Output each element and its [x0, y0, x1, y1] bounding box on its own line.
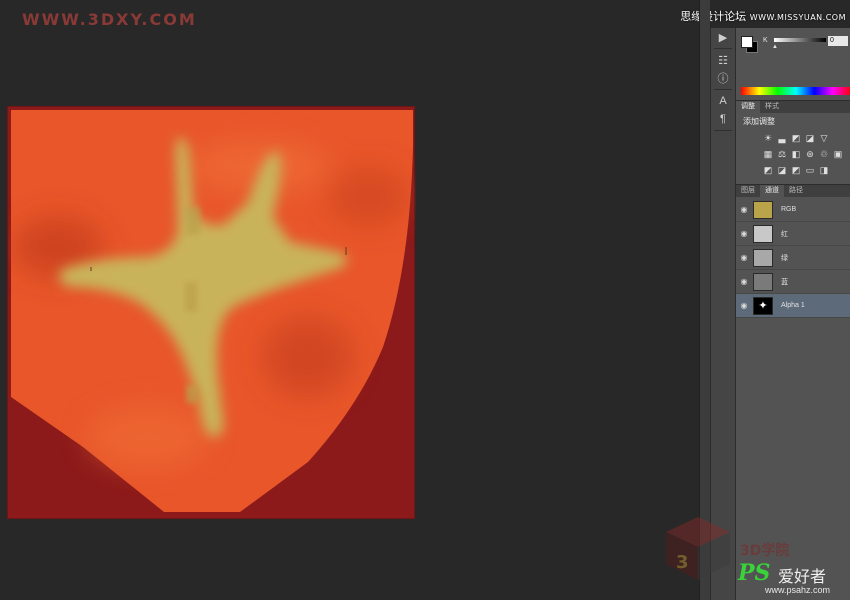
visibility-eye-icon[interactable]: ◉ [738, 301, 750, 310]
canvas-artwork [11, 110, 413, 512]
channel-name: 红 [781, 230, 788, 238]
add-adjustment-title: 添加调整 [743, 117, 775, 126]
channel-row-alpha1[interactable]: ◉ ✦ Alpha 1 [736, 294, 850, 318]
k-slider-marker-icon[interactable]: ▲ [772, 44, 778, 50]
visibility-eye-icon[interactable]: ◉ [738, 205, 750, 214]
vibrance-icon[interactable]: ▽ [818, 132, 830, 144]
watermark-top-left: WWW.3DXY.COM [22, 10, 197, 29]
document-canvas[interactable] [7, 106, 415, 519]
color-panel: K ▲ 0 [736, 28, 850, 100]
watermark-top-right-url: WWW.MISSYUAN.COM [749, 13, 846, 22]
paragraph-icon[interactable]: ¶ [711, 110, 735, 128]
adjustment-icons: ☀ ▃ ◩ ◪ ▽ ▦ ⚖ ◧ ⊛ ♲ ▣ ◩ ◪ ◩ ▭ ◨ [762, 130, 846, 178]
channel-name: Alpha 1 [781, 302, 805, 309]
posterize-icon[interactable]: ◪ [776, 164, 788, 176]
3d-college-logo-icon: 3 [666, 517, 730, 580]
channel-thumbnail-blue [753, 272, 773, 291]
selective-color-icon[interactable]: ◨ [818, 164, 830, 176]
threshold-icon[interactable]: ◩ [790, 164, 802, 176]
channel-thumbnail-green [753, 248, 773, 267]
tab-adjustments[interactable]: 调整 [736, 101, 760, 113]
k-value-field[interactable]: 0 [828, 36, 848, 46]
visibility-eye-icon[interactable]: ◉ [738, 253, 750, 262]
channel-row-blue[interactable]: ◉ 蓝 [736, 270, 850, 294]
brightness-icon[interactable]: ☀ [762, 132, 774, 144]
black-white-icon[interactable]: ◧ [790, 148, 802, 160]
color-balance-icon[interactable]: ⚖ [776, 148, 788, 160]
watermark-ps-url: www.psahz.com [765, 585, 831, 595]
levels-icon[interactable]: ▃ [776, 132, 788, 144]
color-spectrum[interactable] [741, 87, 850, 95]
k-slider[interactable] [774, 38, 826, 42]
panel-collapse-strip[interactable] [699, 0, 710, 600]
exposure-icon[interactable]: ◪ [804, 132, 816, 144]
channel-name: RGB [781, 206, 797, 213]
tab-layers[interactable]: 图层 [736, 185, 760, 197]
watermark-ps-cn: 爱好者 [778, 567, 827, 586]
channel-name: 蓝 [781, 278, 788, 286]
tab-channels[interactable]: 通道 [760, 185, 784, 197]
channel-name: 绿 [781, 254, 788, 262]
color-lookup-icon[interactable]: ▣ [832, 148, 844, 160]
photo-filter-icon[interactable]: ⊛ [804, 148, 816, 160]
gradient-map-icon[interactable]: ▭ [804, 164, 816, 176]
channel-thumbnail-rgb [753, 200, 773, 219]
channels-list: ◉ RGB ◉ 红 ◉ 绿 ◉ 蓝 ◉ ✦ Alpha 1 [736, 198, 850, 318]
character-icon[interactable]: A [711, 92, 735, 110]
curves-icon[interactable]: ◩ [790, 132, 802, 144]
hue-saturation-icon[interactable]: ▦ [762, 148, 774, 160]
visibility-eye-icon[interactable]: ◉ [738, 229, 750, 238]
channel-mixer-icon[interactable]: ♲ [818, 148, 830, 160]
foreground-color-swatch[interactable] [741, 36, 753, 48]
tab-paths[interactable]: 路径 [784, 185, 808, 197]
right-panel: K ▲ 0 调整 样式 添加调整 ☀ ▃ ◩ ◪ ▽ ▦ ⚖ ◧ ⊛ ♲ ▣ ◩… [735, 28, 850, 600]
watermark-top-right-cn: 思缘设计论坛 [680, 10, 747, 23]
k-channel-label: K [763, 37, 768, 44]
watermark-ps: PS [738, 560, 771, 586]
invert-icon[interactable]: ◩ [762, 164, 774, 176]
channel-row-red[interactable]: ◉ 红 [736, 222, 850, 246]
swatches-icon[interactable]: ☷ [711, 51, 735, 69]
info-icon[interactable]: ⓘ [711, 69, 735, 87]
adjustments-tabs: 调整 样式 [736, 100, 850, 113]
play-icon[interactable]: ▶ [711, 28, 735, 46]
svg-text:3: 3 [676, 552, 689, 573]
channel-thumbnail-red [753, 224, 773, 243]
channel-row-rgb[interactable]: ◉ RGB [736, 198, 850, 222]
visibility-eye-icon[interactable]: ◉ [738, 277, 750, 286]
layers-channels-tabs: 图层 通道 路径 [736, 184, 850, 197]
channel-row-green[interactable]: ◉ 绿 [736, 246, 850, 270]
channel-thumbnail-alpha1: ✦ [753, 296, 773, 315]
watermark-3d-college: 3D学院 [740, 543, 790, 559]
tab-styles[interactable]: 样式 [760, 101, 784, 113]
